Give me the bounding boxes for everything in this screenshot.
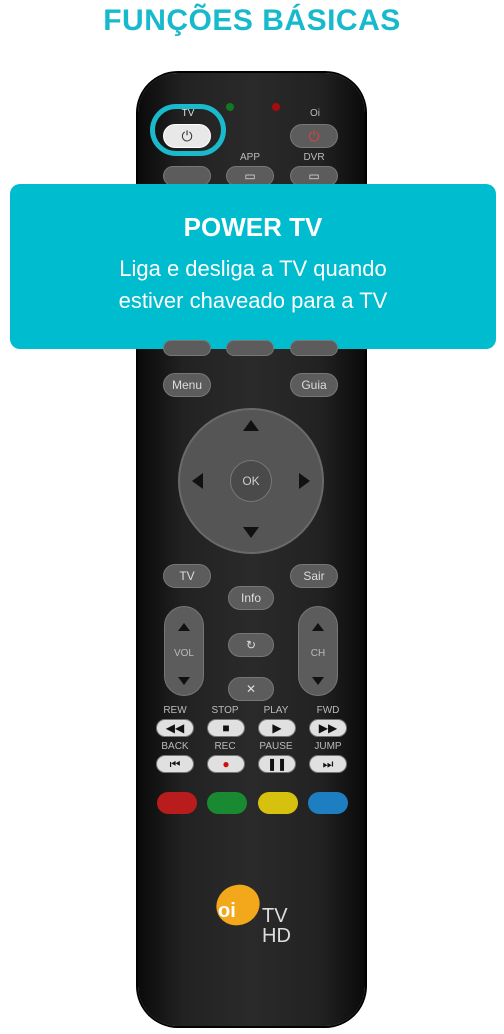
- menu-button[interactable]: Menu: [163, 373, 211, 397]
- skip-forward-button[interactable]: ⏭: [309, 755, 347, 773]
- arrow-down-icon: [178, 677, 190, 685]
- stop-icon: ■: [222, 721, 230, 735]
- page-title: FUNÇÕES BÁSICAS: [103, 4, 401, 37]
- pause-icon: ❚❚: [266, 757, 288, 771]
- blue-button[interactable]: [308, 792, 348, 814]
- skip-forward-icon: ⏭: [322, 756, 334, 771]
- power-oi-button[interactable]: ⏻: [290, 124, 338, 148]
- stop-button[interactable]: ■: [207, 719, 245, 737]
- arrow-down-icon[interactable]: [243, 527, 259, 538]
- arrow-right-icon[interactable]: [299, 473, 310, 489]
- power-highlight-ring: [150, 104, 226, 156]
- app-button[interactable]: ▭: [226, 166, 274, 186]
- sair-button[interactable]: Sair: [290, 564, 338, 588]
- tv-source-button[interactable]: TV: [163, 564, 211, 588]
- vod-button[interactable]: [163, 166, 211, 186]
- fast-forward-icon: ▶▶: [318, 721, 338, 735]
- pause-button[interactable]: ❚❚: [258, 755, 296, 773]
- tooltip-description-line2: estiver chaveado para a TV: [118, 288, 388, 313]
- folder-icon: ▭: [308, 169, 320, 183]
- tv-source-label: TV: [179, 569, 195, 583]
- red-button[interactable]: [157, 792, 197, 814]
- folder-icon: ▭: [244, 169, 256, 183]
- hidden-button-2[interactable]: [226, 340, 274, 356]
- tooltip-title: POWER TV: [183, 212, 323, 242]
- logo-hd-text: HD: [262, 925, 291, 947]
- skip-back-button[interactable]: ⏮: [156, 755, 194, 773]
- back-label: BACK: [161, 741, 189, 752]
- info-button[interactable]: Info: [228, 586, 274, 610]
- green-button[interactable]: [207, 792, 247, 814]
- pause-label: PAUSE: [259, 741, 293, 752]
- play-button[interactable]: ▶: [258, 719, 296, 737]
- refresh-icon: ↻: [245, 638, 257, 652]
- ch-label: CH: [310, 648, 326, 659]
- power-icon: ⏻: [308, 127, 320, 144]
- app-label: APP: [239, 152, 260, 163]
- rew-label: REW: [163, 705, 187, 716]
- jump-label: JUMP: [314, 741, 342, 752]
- rec-label: REC: [214, 741, 236, 752]
- stop-label: STOP: [211, 705, 239, 716]
- arrow-up-icon[interactable]: [243, 420, 259, 431]
- arrow-up-icon: [312, 623, 324, 631]
- arrow-down-icon: [312, 677, 324, 685]
- tooltip-description: Liga e desliga a TV quando estiver chave…: [10, 253, 496, 317]
- record-button[interactable]: ●: [207, 755, 245, 773]
- record-icon: ●: [222, 757, 230, 771]
- mute-button[interactable]: ✕: [228, 677, 274, 701]
- fwd-label: FWD: [316, 705, 340, 716]
- red-led-indicator: [272, 103, 280, 111]
- rewind-icon: ◀◀: [165, 721, 185, 735]
- mute-icon: ✕: [245, 682, 257, 696]
- green-led-indicator: [226, 103, 234, 111]
- skip-back-icon: ⏮: [169, 756, 181, 771]
- tooltip-callout: POWER TV Liga e desliga a TV quando esti…: [10, 184, 496, 349]
- logo-oi-text: oi: [218, 900, 236, 922]
- play-icon: ▶: [272, 721, 282, 735]
- dvr-button[interactable]: ▭: [290, 166, 338, 186]
- arrow-up-icon: [178, 623, 190, 631]
- hidden-button-1[interactable]: [163, 340, 211, 356]
- guia-button[interactable]: Guia: [290, 373, 338, 397]
- hidden-button-3[interactable]: [290, 340, 338, 356]
- yellow-button[interactable]: [258, 792, 298, 814]
- arrow-left-icon[interactable]: [192, 473, 203, 489]
- vol-label: VOL: [173, 648, 194, 659]
- last-channel-button[interactable]: ↻: [228, 633, 274, 657]
- oi-label: Oi: [310, 108, 320, 119]
- dvr-label: DVR: [303, 152, 325, 163]
- ok-button[interactable]: OK: [230, 460, 272, 502]
- tooltip-description-line1: Liga e desliga a TV quando: [119, 256, 387, 281]
- rewind-button[interactable]: ◀◀: [156, 719, 194, 737]
- fast-forward-button[interactable]: ▶▶: [309, 719, 347, 737]
- play-label: PLAY: [263, 705, 289, 716]
